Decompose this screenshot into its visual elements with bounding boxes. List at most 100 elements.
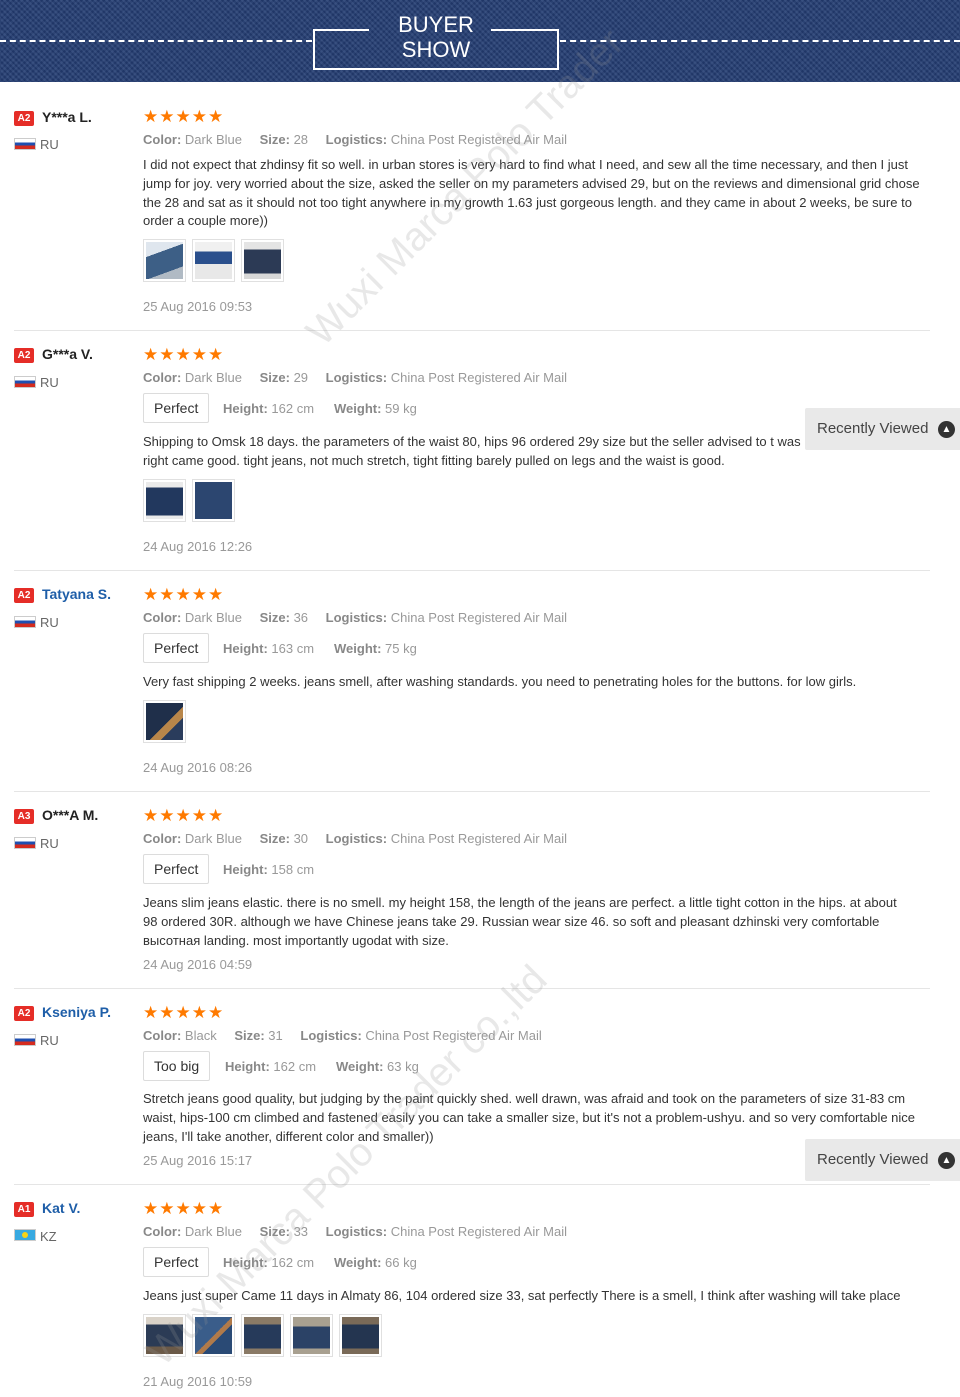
banner-title-line1: BUYER: [398, 12, 474, 37]
order-info: Color: Dark Blue Size: 28 Logistics: Chi…: [143, 132, 568, 147]
star-icon: ★: [143, 1003, 159, 1022]
review-photos: [143, 239, 284, 282]
review-date: 24 Aug 2016 08:26: [143, 760, 253, 775]
review-divider: [14, 570, 930, 571]
rating-stars: ★ ★ ★ ★ ★: [143, 107, 223, 126]
weight-info: Weight: 59 kg: [334, 401, 417, 416]
rating-stars: ★ ★ ★ ★ ★: [143, 585, 223, 604]
review-photo[interactable]: [143, 479, 186, 522]
star-icon: ★: [191, 1199, 207, 1218]
buyer-name[interactable]: Kseniya P.: [42, 1004, 111, 1020]
rating-stars: ★ ★ ★ ★ ★: [143, 1199, 224, 1218]
star-icon: ★: [175, 1199, 191, 1218]
buyer-level-badge: A2: [14, 588, 34, 603]
review-date: 24 Aug 2016 12:26: [143, 539, 253, 554]
fit-rating-box: Perfect: [143, 1247, 210, 1277]
height-info: Height: 162 cm: [223, 401, 315, 416]
star-icon: ★: [143, 1199, 159, 1218]
chevron-up-circle-icon: ▲: [938, 1152, 955, 1169]
buyer-level-badge: A2: [14, 1006, 34, 1021]
recently-viewed-label: Recently Viewed: [817, 1151, 929, 1168]
star-icon: ★: [159, 107, 175, 126]
size-value: 31: [268, 1028, 283, 1043]
buyer-name: Y***a L.: [42, 109, 92, 125]
review-photos: [143, 1314, 382, 1357]
flag-ru-icon: [14, 376, 36, 388]
star-icon: ★: [191, 107, 207, 126]
rating-stars: ★ ★ ★ ★ ★: [143, 1003, 224, 1022]
weight-info: Weight: 66 kg: [334, 1255, 417, 1270]
review-photo[interactable]: [339, 1314, 382, 1357]
star-icon: ★: [143, 585, 159, 604]
logistics-value: China Post Registered Air Mail: [365, 1028, 542, 1043]
size-value: 29: [293, 370, 309, 385]
rating-stars: ★ ★ ★ ★ ★: [143, 806, 224, 825]
buyer-country: RU: [40, 1033, 59, 1048]
rating-stars: ★ ★ ★ ★ ★: [143, 345, 224, 364]
review-photo[interactable]: [143, 700, 186, 743]
weight-info: Weight: 75 kg: [334, 641, 417, 656]
banner-title: BUYER SHOW: [360, 12, 512, 62]
height-info: Height: 163 cm: [223, 641, 315, 656]
banner-dash-left: [0, 40, 312, 42]
buyer-name: G***a V.: [42, 346, 93, 362]
star-icon: ★: [159, 585, 175, 604]
buyer-name[interactable]: Kat V.: [42, 1200, 80, 1216]
height-info: Height: 162 cm: [225, 1059, 317, 1074]
recently-viewed-tab[interactable]: Recently Viewed ▲: [805, 1139, 960, 1181]
logistics-value: China Post Registered Air Mail: [390, 610, 568, 625]
star-icon: ★: [175, 107, 191, 126]
color-value: Dark Blue: [184, 610, 242, 625]
logistics-value: China Post Registered Air Mail: [390, 831, 568, 846]
star-icon: ★: [191, 806, 207, 825]
order-info: Color: Dark Blue Size: 36 Logistics: Chi…: [143, 610, 568, 625]
review-photo[interactable]: [143, 1314, 186, 1357]
review-date: 24 Aug 2016 04:59: [143, 957, 253, 972]
star-icon: ★: [208, 345, 224, 364]
recently-viewed-tab[interactable]: Recently Viewed ▲: [805, 408, 960, 450]
star-icon: ★: [143, 806, 159, 825]
star-icon: ★: [159, 345, 175, 364]
star-icon: ★: [208, 1003, 224, 1022]
buyer-level-badge: A1: [14, 1202, 34, 1217]
buyer-level-badge: A2: [14, 348, 34, 363]
review-text: Jeans slim jeans elastic. there is no sm…: [143, 895, 897, 948]
height-info: Height: 158 cm: [223, 862, 315, 877]
review-photo[interactable]: [241, 1314, 284, 1357]
size-value: 33: [293, 1224, 309, 1239]
star-icon: ★: [208, 1199, 224, 1218]
order-info: Color: Dark Blue Size: 33 Logistics: Chi…: [143, 1224, 568, 1239]
buyer-show-banner: BUYER SHOW: [0, 0, 960, 82]
height-info: Height: 162 cm: [223, 1255, 315, 1270]
star-icon: ★: [191, 585, 207, 604]
banner-title-line2: SHOW: [401, 37, 471, 62]
review-photo[interactable]: [192, 479, 235, 522]
order-info: Color: Dark Blue Size: 30 Logistics: Chi…: [143, 831, 568, 846]
color-value: Dark Blue: [184, 1224, 242, 1239]
review-text: Stretch jeans good quality, but judging …: [143, 1091, 916, 1144]
star-icon: ★: [208, 806, 224, 825]
buyer-country: RU: [40, 836, 59, 851]
logistics-value: China Post Registered Air Mail: [390, 370, 568, 385]
flag-ru-icon: [14, 616, 36, 628]
star-icon: ★: [159, 1003, 175, 1022]
review-photo[interactable]: [192, 1314, 235, 1357]
logistics-value: China Post Registered Air Mail: [390, 132, 568, 147]
review-divider: [14, 330, 930, 331]
review-divider: [14, 791, 930, 792]
buyer-name[interactable]: Tatyana S.: [42, 586, 111, 602]
logistics-value: China Post Registered Air Mail: [390, 1224, 568, 1239]
star-icon: ★: [143, 107, 159, 126]
review-photo[interactable]: [241, 239, 284, 282]
review-photo[interactable]: [290, 1314, 333, 1357]
flag-ru-icon: [14, 1034, 36, 1046]
review-photo[interactable]: [192, 239, 235, 282]
review-date: 25 Aug 2016 15:17: [143, 1153, 253, 1168]
buyer-country: RU: [40, 615, 59, 630]
review-text: I did not expect that zhdinsy fit so wel…: [143, 157, 920, 229]
color-value: Dark Blue: [184, 370, 242, 385]
size-value: 30: [293, 831, 309, 846]
color-value: Dark Blue: [184, 132, 242, 147]
flag-ru-icon: [14, 837, 36, 849]
review-photo[interactable]: [143, 239, 186, 282]
